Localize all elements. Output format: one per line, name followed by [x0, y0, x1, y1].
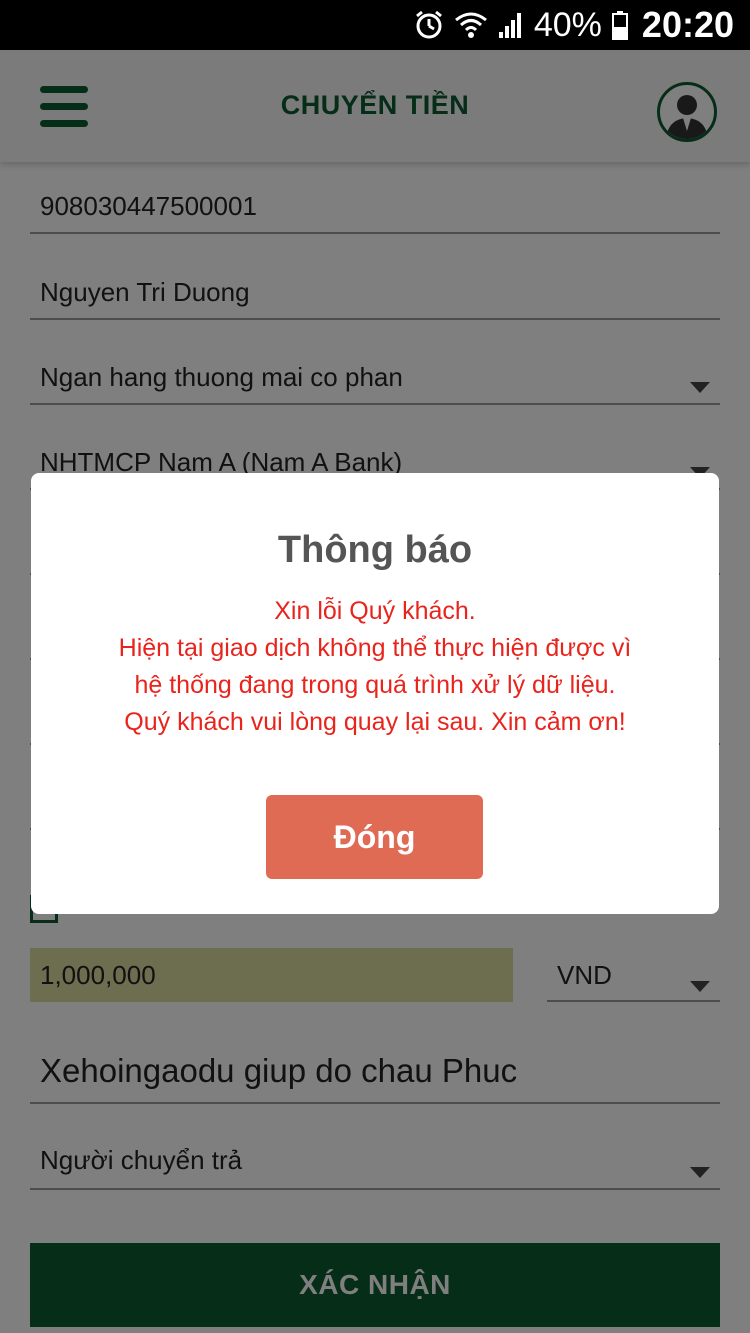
signal-icon [498, 13, 521, 38]
close-button[interactable]: Đóng [266, 795, 483, 879]
battery-icon [611, 11, 628, 40]
status-bar: 40% 20:20 [0, 0, 750, 50]
clock: 20:20 [641, 4, 734, 45]
alarm-icon [415, 10, 442, 39]
dialog-message-line: Xin lỗi Quý khách. [274, 597, 476, 625]
notification-dialog: Thông báo Xin lỗi Quý khách. Hiện tại gi… [31, 473, 719, 914]
battery-percent: 40% [533, 5, 602, 44]
dialog-title: Thông báo [277, 529, 473, 571]
dialog-message-line: hệ thống đang trong quá trình xử lý dữ l… [134, 671, 616, 699]
wifi-icon [454, 12, 487, 38]
dialog-message-line: Hiện tại giao dịch không thể thực hiện đ… [118, 634, 632, 662]
dialog-message: Xin lỗi Quý khách. Hiện tại giao dịch kh… [31, 593, 719, 741]
dialog-message-line: Quý khách vui lòng quay lại sau. Xin cảm… [124, 708, 626, 736]
